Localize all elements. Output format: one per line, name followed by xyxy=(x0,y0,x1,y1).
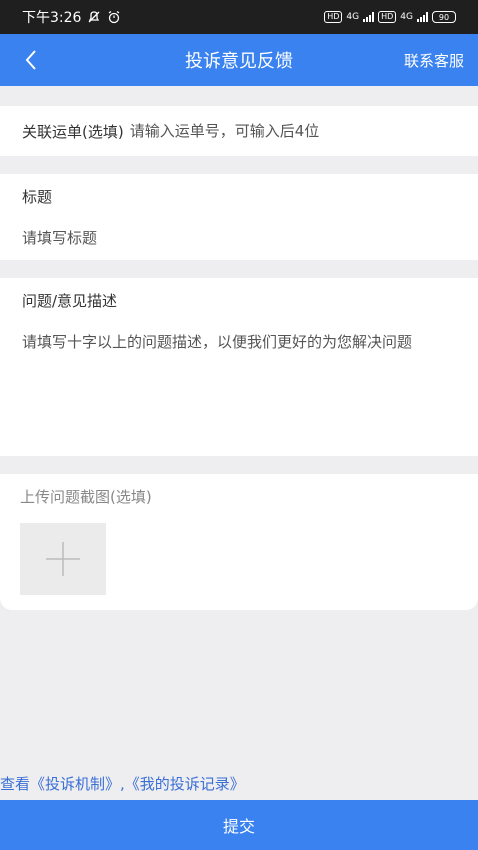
navbar: 投诉意见反馈 联系客服 xyxy=(0,34,478,86)
network-type: 4G xyxy=(346,12,360,22)
status-bar: 下午3:26 HD 4G HD 4G 90 xyxy=(0,0,478,34)
hd-badge: HD xyxy=(378,11,397,23)
hd-badge: HD xyxy=(324,11,343,23)
submit-button[interactable]: 提交 xyxy=(0,800,478,850)
title-section: 标题 xyxy=(0,174,478,260)
contact-support-button[interactable]: 联系客服 xyxy=(404,50,464,71)
signal-icon xyxy=(363,12,375,22)
waybill-input[interactable] xyxy=(129,122,456,140)
description-label: 问题/意见描述 xyxy=(22,292,118,310)
description-section: 问题/意见描述 xyxy=(0,278,478,456)
battery-icon: 90 xyxy=(432,11,456,23)
waybill-row: 关联运单(选填) xyxy=(0,106,478,156)
plus-icon xyxy=(46,542,80,576)
upload-section: 上传问题截图(选填) xyxy=(0,474,478,610)
alarm-icon xyxy=(109,10,120,24)
complaint-links[interactable]: 查看《投诉机制》,《我的投诉记录》 xyxy=(0,773,245,794)
signal-icon xyxy=(417,12,428,22)
title-input[interactable] xyxy=(22,229,456,247)
description-input[interactable] xyxy=(22,331,456,421)
chevron-left-icon xyxy=(25,50,36,70)
network-type: 4G xyxy=(400,12,413,22)
add-image-button[interactable] xyxy=(20,523,106,595)
status-time: 下午3:26 xyxy=(22,10,82,26)
waybill-label: 关联运单(选填) xyxy=(22,122,124,141)
upload-label: 上传问题截图(选填) xyxy=(20,488,152,506)
notifications-off-icon xyxy=(88,11,100,23)
title-label: 标题 xyxy=(22,188,53,206)
back-button[interactable] xyxy=(18,47,44,73)
